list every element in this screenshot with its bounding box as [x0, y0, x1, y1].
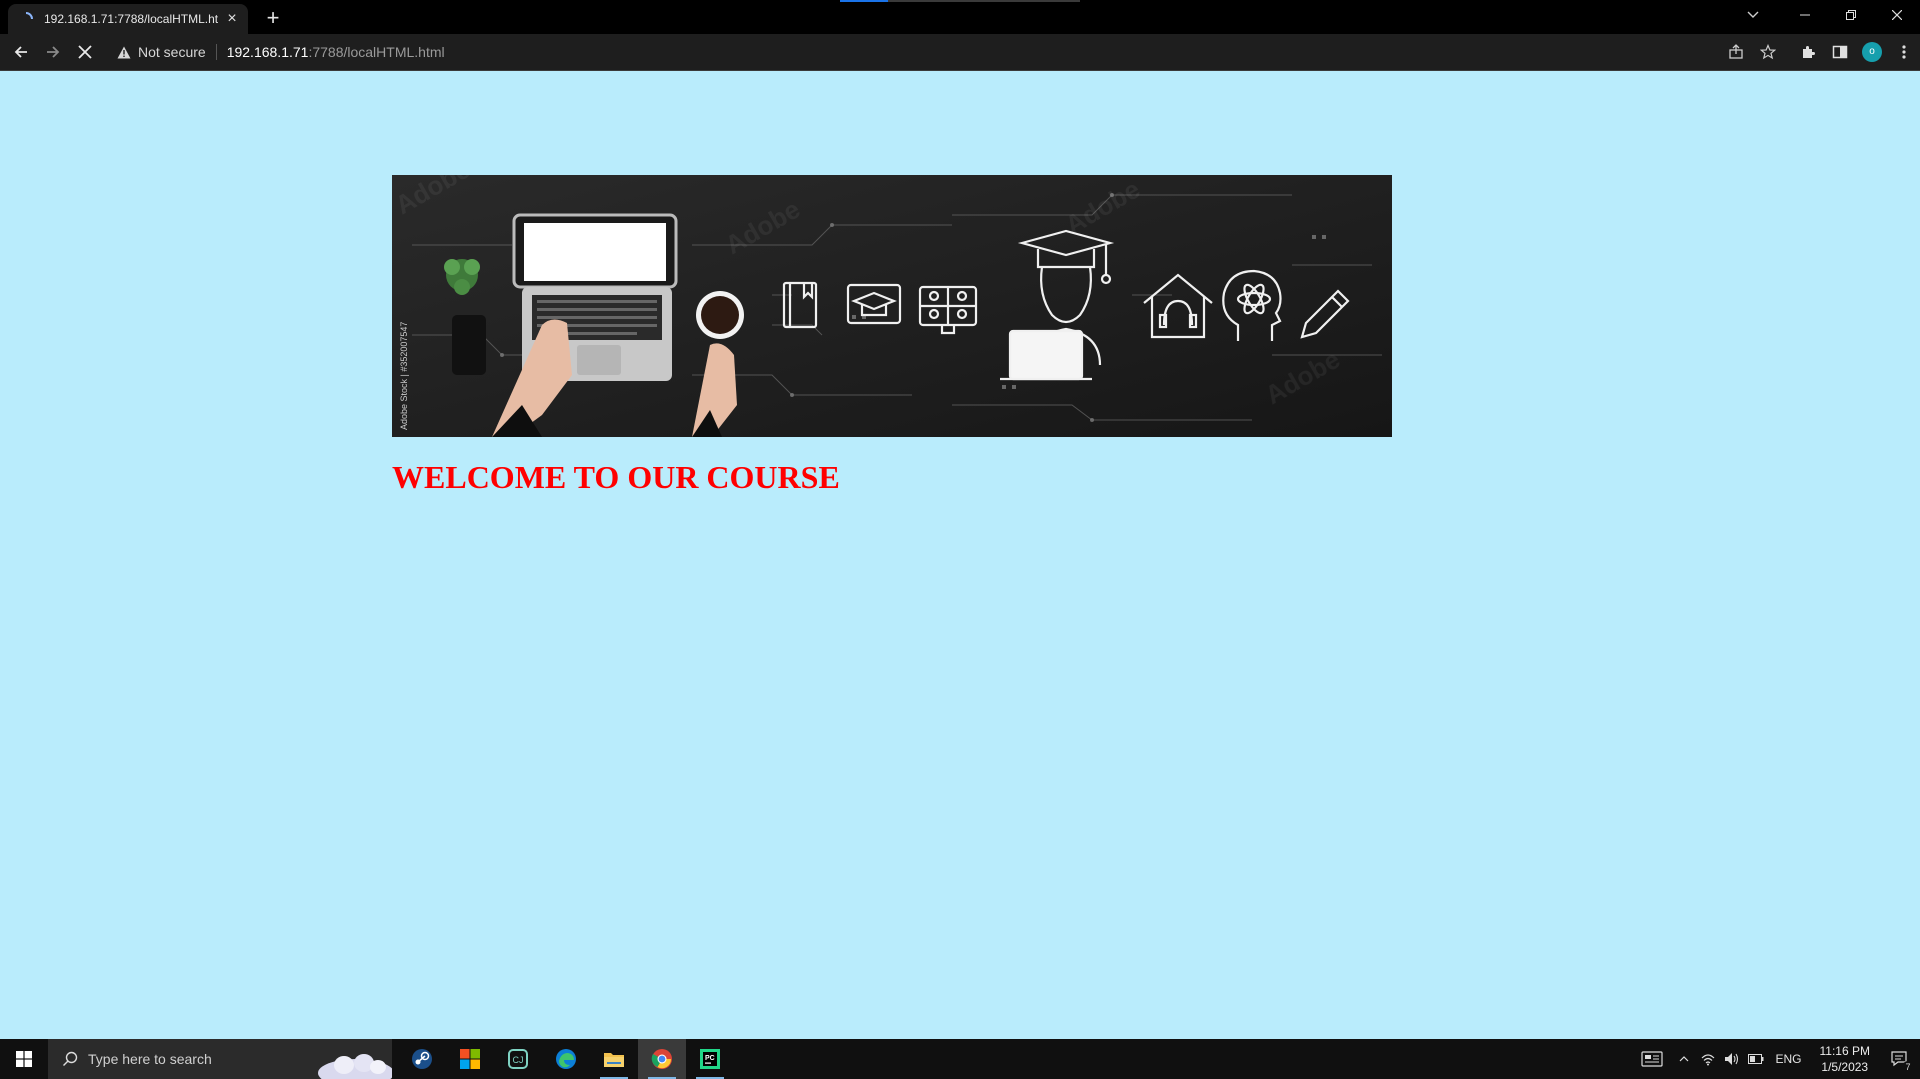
taskbar-app-chrome[interactable] — [638, 1039, 686, 1079]
close-icon — [78, 45, 92, 59]
wifi-icon — [1701, 1054, 1714, 1066]
battery-button[interactable] — [1744, 1039, 1768, 1079]
arrow-left-icon — [14, 46, 27, 58]
windows-logo-icon — [16, 1051, 32, 1067]
extensions-button[interactable] — [1792, 37, 1824, 67]
share-icon — [1729, 44, 1743, 59]
virtual-desktop-button[interactable] — [1632, 1039, 1672, 1079]
chrome-icon — [651, 1049, 672, 1069]
close-window-button[interactable] — [1874, 0, 1920, 30]
star-icon — [1760, 44, 1776, 60]
minimize-button[interactable] — [1782, 0, 1828, 30]
news-widget-icon — [1640, 1051, 1663, 1067]
windows-store-icon — [460, 1049, 480, 1069]
search-icon — [62, 1051, 78, 1067]
tab-close-button[interactable]: × — [224, 11, 240, 27]
tab-title: 192.168.1.71:7788/localHTML.html — [44, 12, 218, 26]
steam-icon — [412, 1049, 432, 1069]
tab-strip: 192.168.1.71:7788/localHTML.html × + — [0, 0, 1920, 34]
edge-icon — [556, 1049, 576, 1069]
taskbar-app-edge[interactable] — [542, 1039, 590, 1079]
address-bar[interactable]: Not secure 192.168.1.71:7788/localHTML.h… — [108, 37, 1778, 67]
bookmark-button[interactable] — [1752, 37, 1784, 67]
svg-text:PC: PC — [705, 1055, 715, 1062]
new-tab-button[interactable]: + — [260, 6, 286, 32]
notification-count-badge: 7 — [1902, 1061, 1914, 1073]
chevron-down-icon — [1747, 11, 1759, 18]
tray-overflow-button[interactable] — [1672, 1039, 1696, 1079]
arrow-right-icon — [47, 46, 60, 58]
stop-loading-button[interactable] — [70, 37, 100, 67]
url-host[interactable]: 192.168.1.71 — [227, 44, 309, 60]
taskbar-app-clipchamp[interactable]: CJ — [494, 1039, 542, 1079]
network-button[interactable] — [1696, 1039, 1720, 1079]
speaker-icon — [1724, 1053, 1738, 1065]
browser-toolbar: Not secure 192.168.1.71:7788/localHTML.h… — [0, 34, 1920, 70]
address-divider — [215, 44, 217, 60]
security-label[interactable]: Not secure — [138, 44, 206, 60]
svg-text:CJ: CJ — [513, 1055, 524, 1065]
tab-strip-divider — [888, 0, 1080, 2]
forward-button[interactable] — [38, 37, 68, 67]
puzzle-piece-icon — [1803, 46, 1815, 58]
avatar: o — [1862, 42, 1882, 62]
clock-time: 11:16 PM — [1819, 1044, 1870, 1058]
clipchamp-icon: CJ — [508, 1049, 528, 1069]
restore-icon — [1846, 10, 1856, 20]
search-highlight-icon — [308, 1047, 392, 1079]
pycharm-icon: PC — [700, 1049, 720, 1069]
restore-button[interactable] — [1828, 0, 1874, 30]
toolbar-actions: o — [1720, 37, 1920, 67]
taskbar-app-pycharm[interactable]: PC — [686, 1039, 734, 1079]
loading-spinner-icon — [18, 11, 34, 27]
battery-icon — [1747, 1054, 1763, 1064]
menu-button[interactable] — [1888, 37, 1920, 67]
taskbar-search-placeholder: Type here to search — [88, 1051, 212, 1067]
back-button[interactable] — [6, 37, 36, 67]
chevron-up-icon — [1679, 1056, 1688, 1062]
clock-date: 1/5/2023 — [1821, 1060, 1869, 1074]
taskbar-app-steam[interactable] — [398, 1039, 446, 1079]
minimize-icon — [1800, 14, 1810, 16]
side-panel-icon — [1832, 45, 1848, 59]
kebab-menu-icon — [1902, 45, 1906, 59]
system-tray: ENG 11:16 PM 1/5/2023 7 — [1632, 1039, 1920, 1079]
banner-watermark: Adobe Stock | #352007547 — [399, 322, 409, 430]
volume-button[interactable] — [1720, 1039, 1744, 1079]
taskbar-app-store[interactable] — [446, 1039, 494, 1079]
coffee-cup-icon — [696, 291, 744, 339]
share-button[interactable] — [1720, 37, 1752, 67]
input-language[interactable]: ENG — [1776, 1052, 1802, 1066]
taskbar-apps: CJ PC — [398, 1039, 734, 1079]
file-explorer-icon — [604, 1053, 624, 1067]
profile-button[interactable]: o — [1856, 37, 1888, 67]
side-panel-button[interactable] — [1824, 37, 1856, 67]
start-button[interactable] — [0, 1039, 48, 1079]
page-title: WELCOME TO OUR COURSE — [392, 459, 840, 495]
tab-loading-indicator — [840, 0, 888, 2]
close-icon — [1892, 10, 1902, 20]
warning-icon[interactable] — [116, 44, 132, 60]
url-path[interactable]: :7788/localHTML.html — [308, 44, 444, 60]
window-controls — [1782, 0, 1920, 30]
banner-image: Adobe Stock | #352007547 Adobe Adobe Ado… — [392, 175, 1392, 437]
tab-active[interactable]: 192.168.1.71:7788/localHTML.html × — [8, 4, 248, 34]
taskbar-clock[interactable]: 11:16 PM 1/5/2023 — [1820, 1043, 1870, 1075]
toolbar-gap — [1784, 37, 1792, 67]
taskbar: Type here to search CJ PC ENG 11:16 PM 1… — [0, 1039, 1920, 1079]
taskbar-app-file-explorer[interactable] — [590, 1039, 638, 1079]
tab-search-button[interactable] — [1730, 0, 1776, 30]
page-viewport: Adobe Stock | #352007547 Adobe Adobe Ado… — [0, 71, 1920, 1039]
notification-center-button[interactable]: 7 — [1880, 1039, 1920, 1079]
taskbar-search-box[interactable]: Type here to search — [48, 1039, 392, 1079]
